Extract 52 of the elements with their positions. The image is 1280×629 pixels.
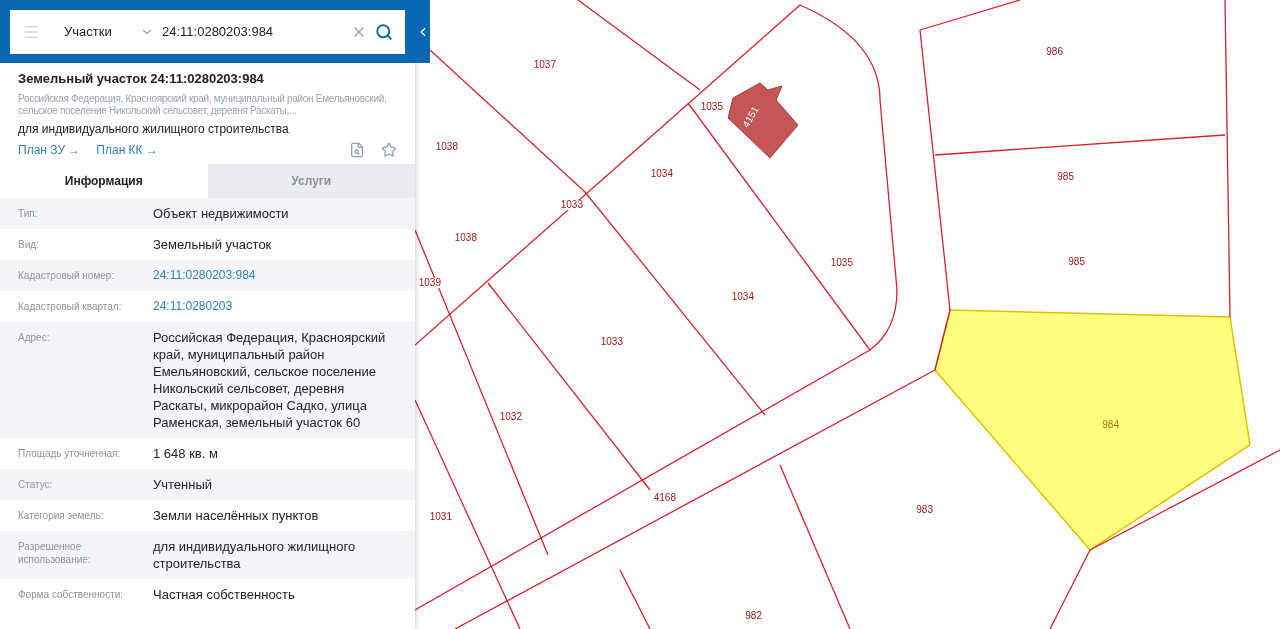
field-label: Категория земель: xyxy=(18,508,105,523)
field-label: Адрес: xyxy=(18,330,51,345)
parcel-number: 985 xyxy=(1067,257,1086,267)
field-label: Кадастровый квартал: xyxy=(18,299,123,314)
field-value: Объект недвижимости xyxy=(153,204,290,222)
plan-link[interactable]: План КК → xyxy=(96,140,158,159)
menu-icon[interactable] xyxy=(22,23,40,41)
parcel-number: 1033 xyxy=(559,200,584,210)
collapse-panel-button[interactable] xyxy=(415,0,430,63)
parcel-number: 1039 xyxy=(417,278,442,288)
parcel-number: 986 xyxy=(1045,47,1064,57)
parcel-number: 4168 xyxy=(652,493,677,503)
search-icon[interactable] xyxy=(375,23,393,41)
field-value: Российская Федерация, Красноярский край, муниципальный район Емельяновский, сельское поселение Никольский сельсовет, деревня Раскаты, микрорайон Садко, улица Раменская, земельный участок 60 xyxy=(153,328,387,431)
field-value-link[interactable]: 24:11:0280203 xyxy=(153,297,233,315)
parcel-number: 984 xyxy=(1101,420,1120,430)
parcel-purpose: для индивидуального жилищного строительства xyxy=(18,120,290,138)
parcel-number: 1032 xyxy=(498,412,523,422)
field-value: 1 648 кв. м xyxy=(153,444,219,462)
field-value-link[interactable]: 24:11:0280203:984 xyxy=(153,266,256,284)
field-value: для индивидуального жилищного строительства xyxy=(153,537,357,572)
parcel-number: 982 xyxy=(744,611,763,621)
parcel-number: 1034 xyxy=(730,292,755,302)
field-label: Кадастровый номер: xyxy=(18,268,116,283)
field-value: Частная собственность xyxy=(153,585,296,603)
field-label: Статус: xyxy=(18,477,54,492)
parcel-number: 1031 xyxy=(428,512,453,522)
tab[interactable]: Услуги xyxy=(207,163,415,198)
field-label: Разрешенное использование: xyxy=(18,539,92,567)
parcel-number: 1035 xyxy=(699,102,724,112)
field-label: Форма собственности: xyxy=(18,587,125,602)
parcel-number: 1033 xyxy=(599,337,624,347)
parcel-number: 983 xyxy=(915,505,934,515)
field-label: Вид: xyxy=(18,237,40,252)
star-icon[interactable] xyxy=(381,141,397,158)
parcel-title: Земельный участок 24:11:0280203:984 xyxy=(18,70,265,88)
field-label: Тип: xyxy=(18,206,39,221)
search-field[interactable]: 24:11:0280203:984 xyxy=(162,22,343,42)
parcel-number: 1035 xyxy=(829,258,854,268)
field-value: Учтенный xyxy=(153,475,214,493)
parcel-number: 1037 xyxy=(532,60,557,70)
parcel-address: Российская Федерация, Красноярский край, муниципальный район Емельяновский, сельское поселение Никольский сельсовет, деревня Раскаты,... xyxy=(18,92,388,117)
category-dropdown[interactable]: Участки xyxy=(64,22,154,42)
field-value: Земли населённых пунктов xyxy=(153,506,320,524)
field-value: Земельный участок xyxy=(153,235,273,253)
parcel-number: 1034 xyxy=(649,169,674,179)
parcel-number: 985 xyxy=(1056,172,1075,182)
parcel-number: 1038 xyxy=(434,142,459,152)
document-search-icon[interactable] xyxy=(349,141,365,158)
field-label: Площадь уточненная: xyxy=(18,446,122,461)
parcel-number: 1038 xyxy=(453,233,478,243)
plan-link[interactable]: План ЗУ → xyxy=(18,140,81,159)
